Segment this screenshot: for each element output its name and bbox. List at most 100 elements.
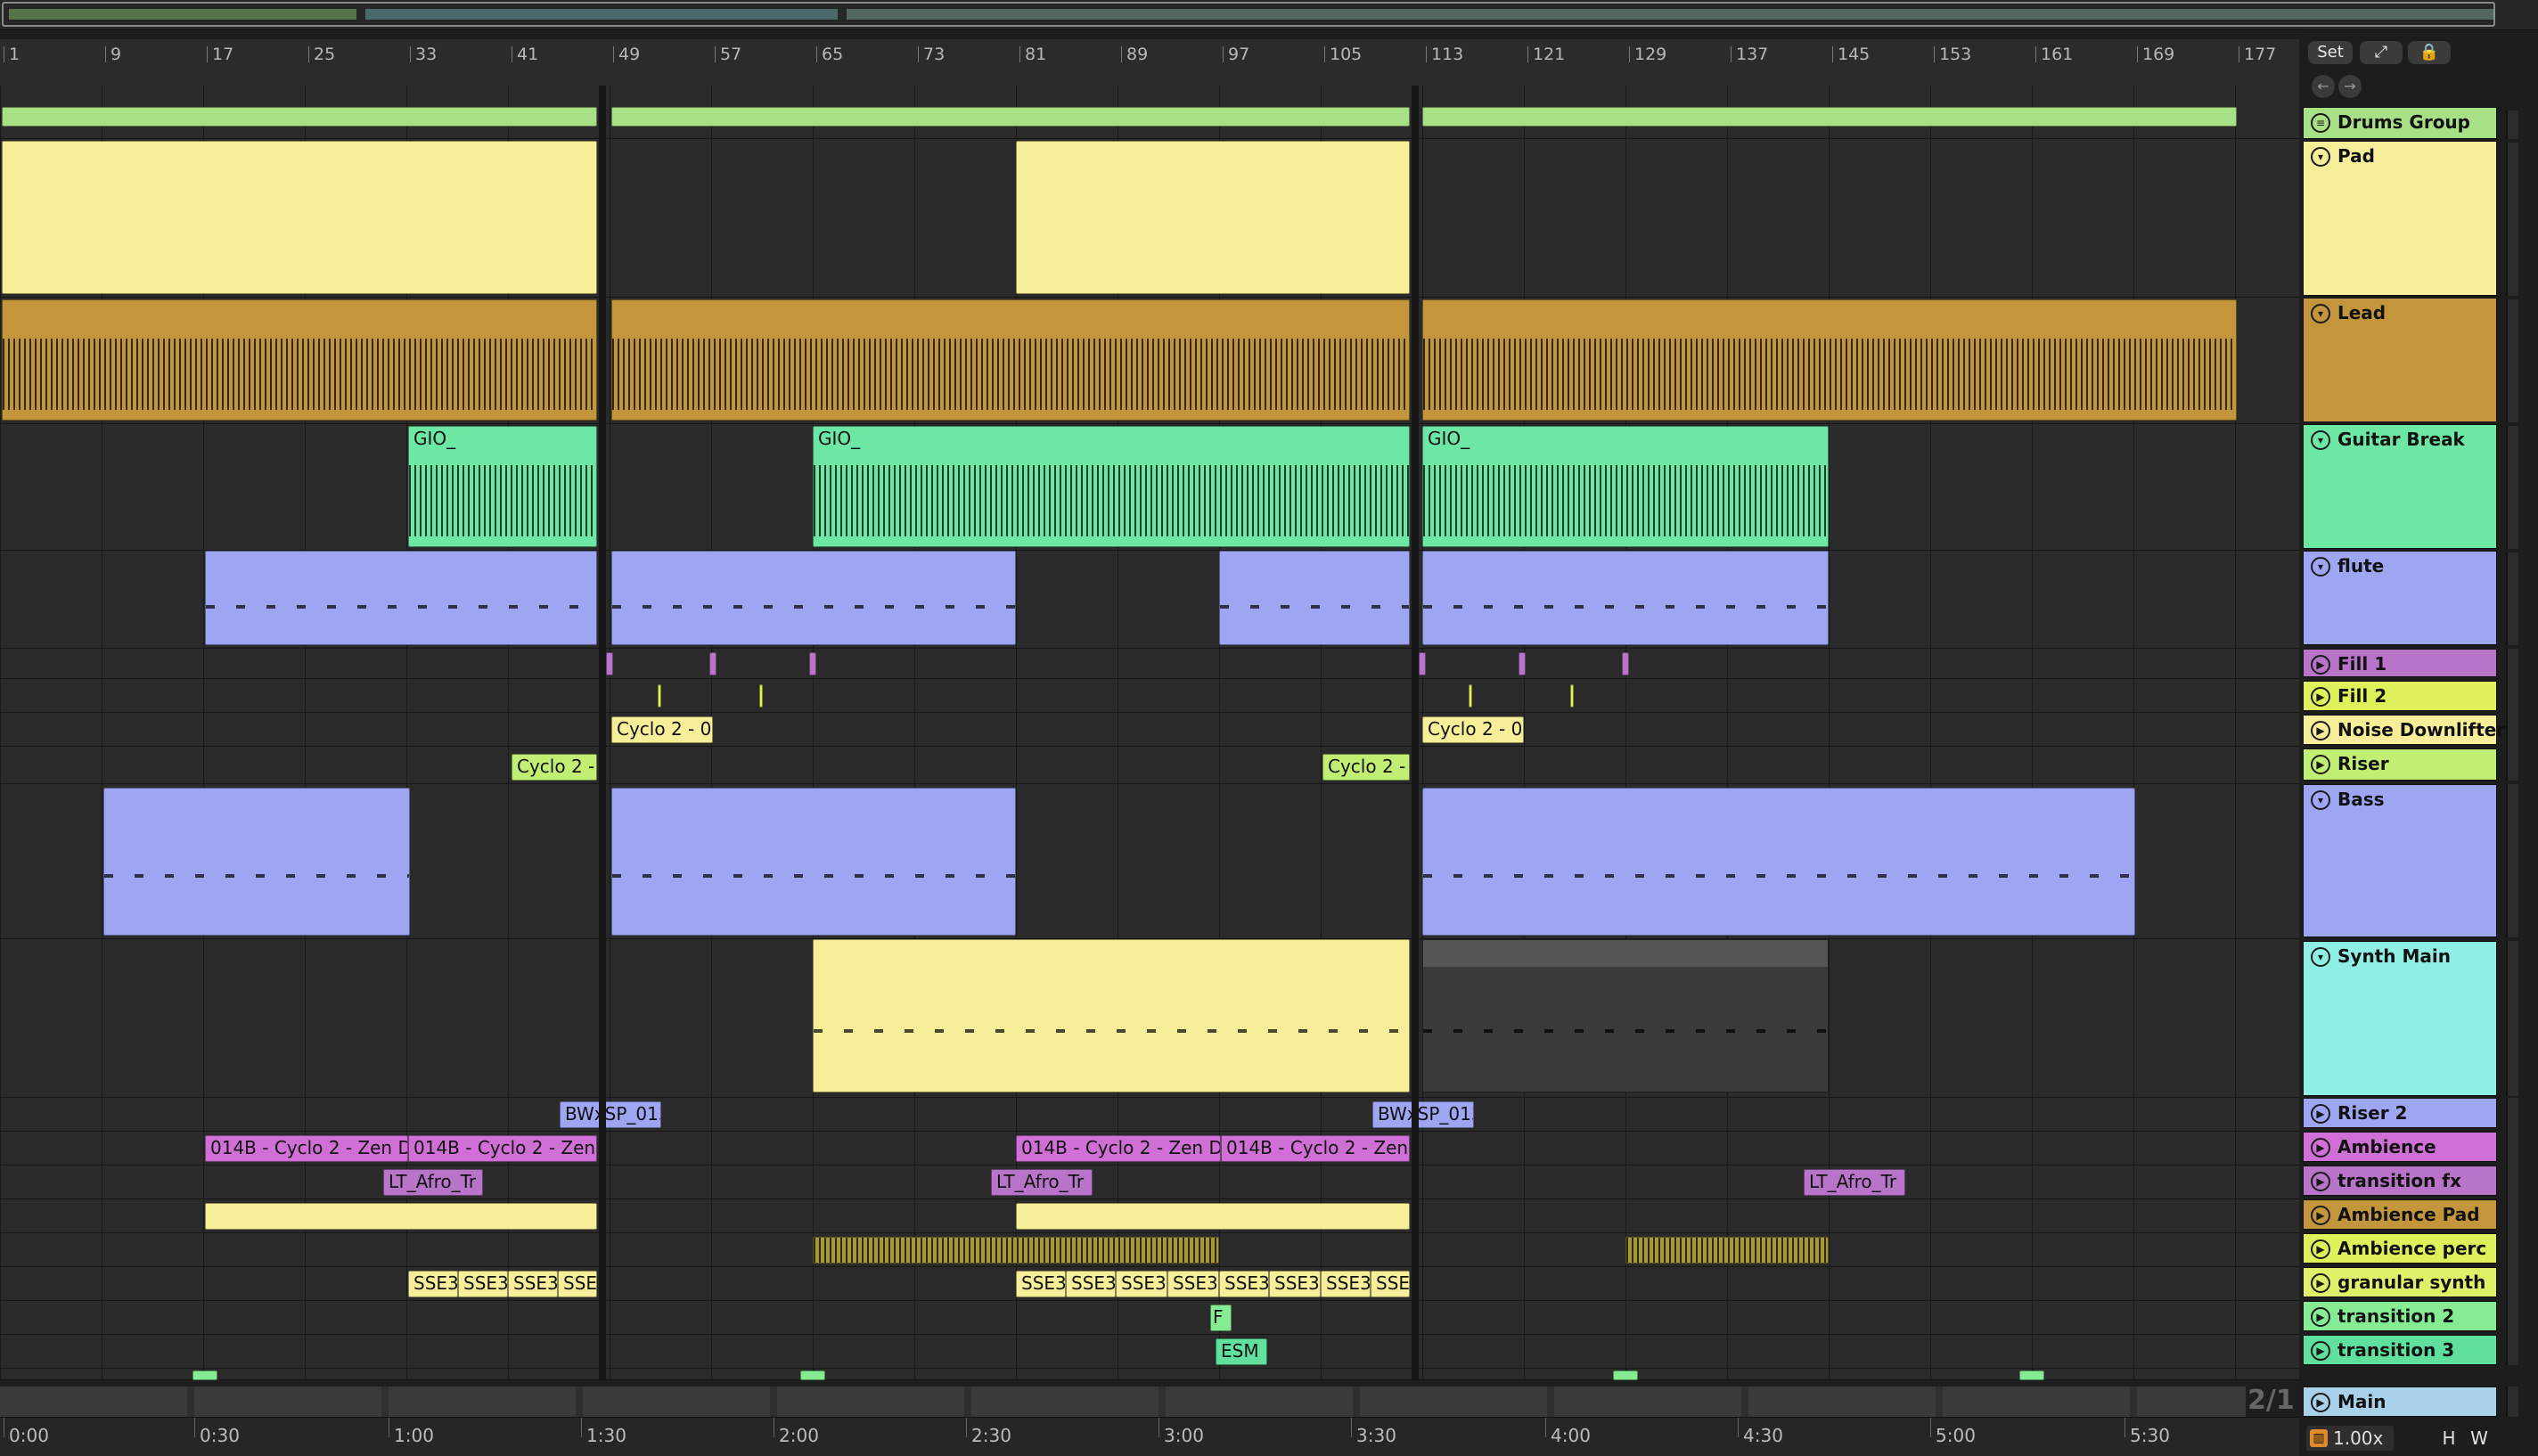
clip-fill2-4[interactable] [1570, 684, 1574, 708]
track-header-drums-group[interactable]: ≡ Drums Group [2303, 107, 2497, 139]
w-button[interactable]: W [2467, 1427, 2492, 1451]
clip-bass-1[interactable] [103, 788, 410, 936]
arrangement-overview[interactable] [0, 0, 2538, 30]
clip-fill2-3[interactable] [1469, 684, 1472, 708]
time-ruler[interactable]: 0:00 0:30 1:00 1:30 2:00 2:30 3:00 3:30 … [0, 1417, 2299, 1456]
lock-button[interactable]: 🔒 [2408, 41, 2451, 64]
clip-ambience-2[interactable]: 014B - Cyclo 2 - Zen D [408, 1135, 597, 1162]
clip-drums-3[interactable] [1422, 107, 2237, 127]
lane-partial[interactable] [0, 1369, 2299, 1380]
lane-ambience-pad[interactable] [0, 1199, 2299, 1233]
clip-riser-1[interactable]: Cyclo 2 - C [512, 754, 597, 781]
lane-ambience[interactable]: 014B - Cyclo 2 - Zen Dro 014B - Cyclo 2 … [0, 1132, 2299, 1166]
lane-noise-downlifter[interactable]: Cyclo 2 - 01 Cyclo 2 - 01 [0, 713, 2299, 747]
track-header-transition-fx[interactable]: ▶ transition fx [2303, 1166, 2497, 1196]
fold-icon[interactable]: ▾ [2311, 947, 2330, 967]
bar-ruler[interactable]: 1 9 17 25 33 41 49 57 65 73 81 89 97 105… [0, 39, 2299, 118]
play-icon[interactable]: ▶ [2311, 755, 2330, 774]
clip-gran-9[interactable]: SSE3 [1219, 1271, 1269, 1297]
clip-lead-3[interactable] [1422, 299, 2237, 421]
lane-flute[interactable] [0, 551, 2299, 649]
clip-fill2-1[interactable] [658, 684, 661, 708]
clip-bass-3[interactable] [1422, 788, 2135, 936]
clip-ambperc-1[interactable] [813, 1237, 1219, 1264]
lane-guitar-break[interactable]: GIO_ GIO_ GIO_ [0, 424, 2299, 551]
clip-gran-3[interactable]: SSE3 [508, 1271, 558, 1297]
forward-arrow-button[interactable]: → [2338, 75, 2362, 98]
clip-fill1-6[interactable] [1622, 652, 1629, 675]
lane-riser-2[interactable]: BWxSP_013 BWxSP_013 [0, 1098, 2299, 1132]
clip-ambience-3[interactable]: 014B - Cyclo 2 - Zen Dro [1016, 1135, 1221, 1162]
clip-ambience-1[interactable]: 014B - Cyclo 2 - Zen Dro [205, 1135, 408, 1162]
h-button[interactable]: H [2436, 1427, 2461, 1451]
clip-riser2-1[interactable]: BWxSP_013 [560, 1101, 661, 1128]
clip-drums-1[interactable] [2, 107, 597, 127]
play-icon[interactable]: ▶ [2311, 1104, 2330, 1124]
clip-fill1-2[interactable] [709, 652, 716, 675]
lane-bass[interactable] [0, 784, 2299, 939]
lane-transition-fx[interactable]: LT_Afro_Tr LT_Afro_Tr LT_Afro_Tr [0, 1166, 2299, 1199]
clip-noise-2[interactable]: Cyclo 2 - 01 [1422, 716, 1524, 743]
clip-gran-11[interactable]: SSE3 [1321, 1271, 1371, 1297]
track-header-ambience[interactable]: ▶ Ambience [2303, 1132, 2497, 1162]
track-header-noise-downlifter[interactable]: ▶ Noise Downlifter [2303, 715, 2505, 745]
track-header-guitar-break[interactable]: ▾ Guitar Break [2303, 424, 2497, 549]
lane-transition-3[interactable]: ESM [0, 1335, 2299, 1369]
clip-guitar-1[interactable]: GIO_ [408, 426, 597, 547]
track-header-lead[interactable]: ▾ Lead [2303, 298, 2497, 422]
play-icon[interactable]: ▶ [2311, 1138, 2330, 1157]
track-header-riser-2[interactable]: ▶ Riser 2 [2303, 1098, 2497, 1128]
clip-flute-1[interactable] [205, 551, 597, 645]
clip-noise-1[interactable]: Cyclo 2 - 01 [611, 716, 713, 743]
track-header-pad[interactable]: ▾ Pad [2303, 141, 2497, 296]
clip-gran-5[interactable]: SSE3 [1016, 1271, 1066, 1297]
clip-t2-1[interactable]: F [1210, 1305, 1232, 1331]
back-arrow-button[interactable]: ← [2312, 75, 2335, 98]
fold-icon[interactable]: ▾ [2311, 430, 2330, 450]
clip-transition-3[interactable]: LT_Afro_Tr [1804, 1169, 1905, 1196]
clip-lead-1[interactable] [2, 299, 597, 421]
clip-ambpad-1[interactable] [205, 1203, 597, 1230]
clip-gran-2[interactable]: SSE3 [458, 1271, 508, 1297]
clip-synth-1[interactable] [813, 939, 1410, 1092]
set-button[interactable]: Set [2308, 41, 2353, 64]
track-header-ambience-perc[interactable]: ▶ Ambience perc [2303, 1233, 2497, 1264]
clip-gran-8[interactable]: SSE3 [1167, 1271, 1219, 1297]
clip-pad-2[interactable] [1016, 141, 1410, 294]
clip-riser-2[interactable]: Cyclo 2 - C [1322, 754, 1410, 781]
clip-transition-1[interactable]: LT_Afro_Tr [383, 1169, 483, 1196]
lane-granular-synth[interactable]: SSE3 SSE3 SSE3 SSE SSE3 SSE3 SSE3 SSE3 S… [0, 1267, 2299, 1301]
lane-pad[interactable] [0, 139, 2299, 298]
lane-drums-group[interactable] [0, 86, 2299, 139]
track-header-riser[interactable]: ▶ Riser [2303, 748, 2497, 781]
clip-ambpad-2[interactable] [1016, 1203, 1410, 1230]
play-icon[interactable]: ▶ [2311, 1393, 2330, 1412]
play-icon[interactable]: ▶ [2311, 687, 2330, 707]
track-header-fill-2[interactable]: ▶ Fill 2 [2303, 681, 2497, 711]
arrangement-view[interactable]: GIO_ GIO_ GIO_ Cyclo 2 - 01 Cyclo 2 - 01 [0, 86, 2299, 1380]
fold-icon[interactable]: ▾ [2311, 304, 2330, 323]
play-icon[interactable]: ▶ [2311, 1341, 2330, 1361]
clip-lead-2[interactable] [611, 299, 1410, 421]
play-icon[interactable]: ▶ [2311, 1239, 2330, 1259]
clip-partial-3[interactable] [1613, 1370, 1638, 1380]
clip-fill1-1[interactable] [606, 652, 613, 675]
lane-ambience-perc[interactable] [0, 1233, 2299, 1267]
track-header-synth-main[interactable]: ▾ Synth Main [2303, 941, 2497, 1096]
clip-flute-3[interactable] [1219, 551, 1410, 645]
clip-gran-1[interactable]: SSE3 [408, 1271, 458, 1297]
clip-riser2-2[interactable]: BWxSP_013 [1372, 1101, 1474, 1128]
clip-bass-2[interactable] [611, 788, 1016, 936]
clip-gran-7[interactable]: SSE3 [1116, 1271, 1167, 1297]
lane-fill-1[interactable] [0, 649, 2299, 679]
track-header-ambience-pad[interactable]: ▶ Ambience Pad [2303, 1199, 2497, 1230]
clip-gran-4[interactable]: SSE [558, 1271, 597, 1297]
fold-icon[interactable]: ▾ [2311, 557, 2330, 577]
track-header-transition-2[interactable]: ▶ transition 2 [2303, 1301, 2497, 1331]
clip-ambience-4[interactable]: 014B - Cyclo 2 - Zen D [1221, 1135, 1410, 1162]
clip-gran-6[interactable]: SSE3 [1066, 1271, 1116, 1297]
lane-transition-2[interactable]: F [0, 1301, 2299, 1335]
clip-fill1-4[interactable] [1419, 652, 1426, 675]
zoom-control[interactable]: ▥ 1.00x [2306, 1426, 2394, 1451]
expand-button[interactable]: ⤢ [2360, 41, 2403, 64]
